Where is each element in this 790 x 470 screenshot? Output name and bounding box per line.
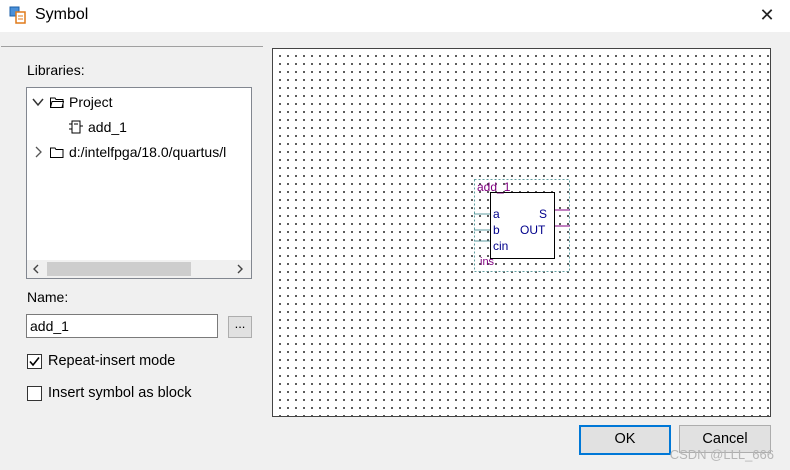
libraries-tree[interactable]: Project add_1 d:/intelfpga/18.0/quartus/… bbox=[26, 87, 252, 279]
insert-block-label[interactable]: Insert symbol as block bbox=[48, 385, 191, 401]
title-bar: Symbol ✕ bbox=[0, 0, 790, 32]
pin-b-label: b bbox=[493, 223, 500, 237]
tree-item-label: add_1 bbox=[88, 119, 127, 135]
chevron-down-icon[interactable] bbox=[32, 96, 44, 108]
divider bbox=[1, 46, 263, 47]
watermark: CSDN @LLL_666 bbox=[669, 447, 774, 462]
repeat-insert-checkbox[interactable] bbox=[27, 354, 42, 369]
scroll-left-icon[interactable] bbox=[29, 262, 43, 276]
tree-item-label: Project bbox=[69, 94, 113, 110]
pin-a-label: a bbox=[493, 207, 500, 221]
insert-block-checkbox[interactable] bbox=[27, 386, 42, 401]
horizontal-scrollbar[interactable] bbox=[27, 260, 251, 278]
ok-button[interactable]: OK bbox=[579, 425, 671, 455]
close-button[interactable]: ✕ bbox=[744, 0, 790, 32]
pin-s-label: S bbox=[539, 207, 548, 221]
scrollbar-thumb[interactable] bbox=[47, 262, 191, 276]
pin-out-label: OUT bbox=[520, 223, 546, 237]
symbol-preview-canvas: add_1 a b cin S OUT ins bbox=[272, 48, 771, 417]
name-input[interactable] bbox=[26, 314, 218, 338]
tree-item-quartus-library[interactable]: d:/intelfpga/18.0/quartus/l bbox=[27, 141, 251, 163]
folder-icon bbox=[50, 147, 64, 158]
window-title: Symbol bbox=[35, 6, 89, 23]
instance-label: ins bbox=[480, 256, 495, 268]
folder-open-icon bbox=[50, 97, 64, 108]
tree-item-add1[interactable]: add_1 bbox=[67, 116, 133, 138]
checkmark-icon bbox=[29, 357, 40, 367]
libraries-label: Libraries: bbox=[27, 62, 85, 78]
symbol-app-icon bbox=[9, 6, 26, 24]
chevron-right-icon[interactable] bbox=[32, 146, 44, 158]
tree-item-project[interactable]: Project bbox=[27, 91, 251, 113]
component-icon bbox=[69, 120, 83, 134]
pin-cin-label: cin bbox=[493, 239, 509, 253]
scroll-right-icon[interactable] bbox=[233, 262, 247, 276]
tree-item-label: d:/intelfpga/18.0/quartus/l bbox=[69, 144, 227, 160]
browse-button[interactable]: ... bbox=[228, 316, 252, 338]
name-label: Name: bbox=[27, 289, 69, 305]
symbol-name-label: add_1 bbox=[477, 180, 511, 194]
repeat-insert-label[interactable]: Repeat-insert mode bbox=[48, 353, 175, 369]
